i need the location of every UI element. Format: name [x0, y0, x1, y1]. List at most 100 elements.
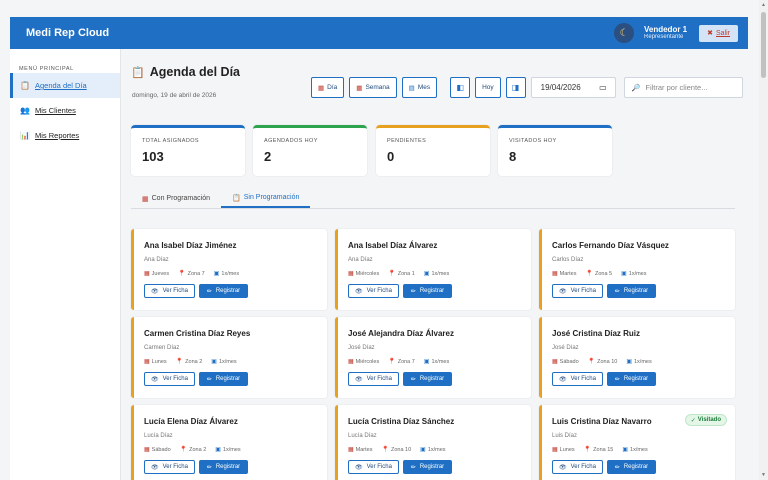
tab-con-programacion[interactable]: ▦ Con Programación [131, 189, 221, 208]
register-visit-button[interactable]: ✏ Registrar [403, 372, 452, 386]
register-visit-label: Registrar [419, 288, 445, 294]
frequency-text: 1x/mes [633, 359, 652, 365]
view-profile-label: Ver Ficha [570, 464, 596, 470]
calendar-icon: ▦ [142, 195, 149, 203]
view-day-label: Día [327, 84, 338, 91]
view-profile-label: Ver Ficha [570, 288, 596, 294]
zone: 📍 Zona 7 [388, 358, 415, 365]
pin-icon: 📍 [178, 271, 186, 277]
eye-icon: 👁 [559, 464, 567, 471]
register-visit-button[interactable]: ✏ Registrar [403, 284, 452, 298]
eye-icon: 👁 [151, 288, 159, 295]
client-meta: ▦ Martes 📍 Zona 10 ▣ 1x/mes [348, 446, 531, 453]
page-title: 📋 Agenda del Día [131, 65, 240, 79]
visit-day: ▦ Miércoles [348, 358, 379, 365]
client-short-name: Lucía Díaz [348, 433, 377, 439]
view-month-button[interactable]: ▤ Mes [401, 77, 438, 98]
view-day-button[interactable]: ▦ Día [311, 77, 345, 98]
visit-day: ▦ Lunes [144, 358, 167, 365]
register-visit-label: Registrar [623, 376, 649, 382]
scroll-up-icon[interactable]: ▲ [759, 0, 768, 10]
tab-sin-programacion[interactable]: 📋 Sin Programación [221, 189, 311, 208]
zone-text: Zona 2 [189, 447, 207, 453]
view-week-button[interactable]: ▦ Semana [349, 77, 397, 98]
zone-text: Zona 15 [593, 447, 614, 453]
view-profile-button[interactable]: 👁 Ver Ficha [144, 372, 195, 386]
visited-label: Visitado [697, 417, 721, 423]
register-visit-label: Registrar [215, 288, 241, 294]
filter-input[interactable]: 🔎 Filtrar por cliente... [623, 77, 743, 98]
calendar-icon[interactable]: ▭ [599, 83, 607, 92]
visit-day: ▦ Jueves [144, 270, 169, 277]
scroll-thumb[interactable] [761, 12, 766, 78]
zone: 📍 Zona 10 [381, 446, 411, 453]
visit-day: ▦ Sábado [552, 358, 579, 365]
register-visit-label: Registrar [623, 464, 649, 470]
prev-button[interactable]: ◧ [450, 77, 471, 98]
moon-icon[interactable]: ☾ [613, 23, 634, 43]
register-visit-button[interactable]: ✏ Registrar [403, 460, 452, 474]
pencil-icon: ✏ [410, 376, 416, 383]
view-profile-button[interactable]: 👁 Ver Ficha [144, 460, 195, 474]
calendar-icon: ▦ [348, 447, 354, 453]
register-visit-button[interactable]: ✏ Registrar [607, 372, 656, 386]
frequency-text: 1x/mes [628, 271, 647, 277]
next-button[interactable]: ◨ [505, 77, 526, 98]
pin-icon: 📍 [179, 447, 188, 453]
view-profile-label: Ver Ficha [366, 464, 392, 470]
calendar-icon: ▤ [408, 84, 415, 92]
today-button[interactable]: Hoy [475, 77, 501, 98]
view-profile-button[interactable]: 👁 Ver Ficha [144, 284, 195, 298]
zone: 📍 Zona 2 [176, 358, 203, 365]
sidebar-item-clientes[interactable]: 👥 Mis Clientes [10, 98, 120, 123]
zone: 📍 Zona 15 [584, 446, 614, 453]
logout-button[interactable]: ✖ Salir [699, 24, 738, 42]
calendar-icon: ▦ [552, 359, 558, 365]
date-input[interactable]: 19/04/2026 ▭ [530, 77, 616, 98]
sidebar-item-reportes[interactable]: 📊 Mis Reportes [10, 123, 120, 148]
card-actions: 👁 Ver Ficha ✏ Registrar [348, 372, 531, 386]
register-visit-button[interactable]: ✏ Registrar [199, 284, 248, 298]
register-visit-button[interactable]: ✏ Registrar [199, 460, 248, 474]
register-visit-button[interactable]: ✏ Registrar [199, 372, 248, 386]
visit-day-text: Miércoles [355, 359, 380, 365]
pencil-icon: ✏ [410, 464, 416, 471]
scroll-down-icon[interactable]: ▼ [759, 470, 768, 480]
view-profile-button[interactable]: 👁 Ver Ficha [552, 460, 603, 474]
calendar-icon: ▦ [356, 84, 363, 92]
pencil-icon: ✏ [206, 288, 212, 295]
client-meta: ▦ Jueves 📍 Zona 7 ▣ 1x/mes [144, 270, 327, 277]
client-name: Carmen Cristina Díaz Reyes [144, 329, 251, 338]
view-profile-button[interactable]: 👁 Ver Ficha [348, 284, 399, 298]
client-card: Lucía Elena Díaz Álvarez Lucía Díaz ▦ Sábad… [131, 405, 327, 480]
register-visit-button[interactable]: ✏ Registrar [607, 460, 656, 474]
eye-icon: 👁 [151, 376, 159, 383]
card-actions: 👁 Ver Ficha ✏ Registrar [552, 460, 735, 474]
client-meta: ▦ Miércoles 📍 Zona 7 ▣ 1x/mes [348, 358, 531, 365]
today-label: Hoy [482, 84, 494, 91]
view-profile-button[interactable]: 👁 Ver Ficha [552, 372, 603, 386]
pencil-icon: ✏ [614, 288, 620, 295]
sidebar-item-agenda[interactable]: 📋 Agenda del Día [10, 73, 120, 98]
client-short-name: Ana Díaz [144, 257, 169, 263]
scrollbar[interactable]: ▲ ▼ [759, 0, 768, 480]
visit-day-text: Lunes [559, 447, 575, 453]
next-icon: ◨ [511, 83, 520, 92]
repeat-icon: ▣ [626, 359, 632, 365]
view-profile-button[interactable]: 👁 Ver Ficha [552, 284, 603, 298]
view-profile-button[interactable]: 👁 Ver Ficha [348, 372, 399, 386]
client-name: Ana Isabel Díaz Jiménez [144, 241, 237, 250]
register-visit-button[interactable]: ✏ Registrar [607, 284, 656, 298]
repeat-icon: ▣ [622, 447, 629, 453]
repeat-icon: ▣ [423, 271, 430, 277]
view-profile-button[interactable]: 👁 Ver Ficha [348, 460, 399, 474]
pin-icon: 📍 [587, 359, 596, 365]
calendar-icon: ▦ [348, 359, 354, 365]
frequency: ▣ 1x/mes [622, 446, 647, 453]
zone: 📍 Zona 10 [588, 358, 618, 365]
client-short-name: Lucía Díaz [144, 433, 173, 439]
stat-label: AGENDADOS HOY [264, 138, 318, 144]
card-actions: 👁 Ver Ficha ✏ Registrar [144, 284, 327, 298]
visit-day: ▦ Lunes [552, 446, 575, 453]
pencil-icon: ✏ [614, 376, 620, 383]
